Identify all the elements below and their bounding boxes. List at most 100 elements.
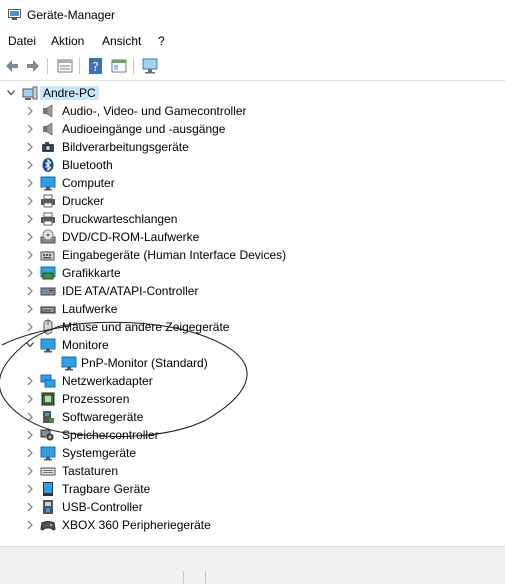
back-icon[interactable]: [3, 57, 21, 75]
tree-root[interactable]: Andre-PC: [0, 84, 505, 102]
tree-category[interactable]: Mäuse und andere Zeigegeräte: [0, 318, 505, 336]
chevron-down-icon[interactable]: [25, 339, 35, 351]
chevron-right-icon[interactable]: [25, 213, 35, 225]
tree-category[interactable]: Speichercontroller: [0, 426, 505, 444]
chevron-right-icon[interactable]: [25, 429, 35, 441]
gamepad-icon: [40, 521, 56, 531]
tree-category[interactable]: Bluetooth: [0, 156, 505, 174]
chevron-right-icon[interactable]: [25, 177, 35, 189]
tree-item-label: Tastaturen: [62, 464, 119, 478]
chevron-right-icon[interactable]: [25, 375, 35, 387]
chevron-right-icon[interactable]: [25, 267, 35, 279]
chevron-right-icon[interactable]: [25, 519, 35, 531]
chevron-right-icon[interactable]: [25, 141, 35, 153]
chevron-right-icon[interactable]: [25, 447, 35, 459]
computer-icon: [40, 176, 56, 191]
tree-category[interactable]: Tragbare Geräte: [0, 480, 505, 498]
chevron-right-icon[interactable]: [25, 393, 35, 405]
printer-icon: [41, 212, 55, 226]
portable-icon: [43, 482, 53, 496]
tree-category[interactable]: Eingabegeräte (Human Interface Devices): [0, 246, 505, 264]
display-adapter-icon: [40, 266, 56, 280]
chevron-right-icon[interactable]: [25, 249, 35, 261]
chevron-right-icon[interactable]: [25, 195, 35, 207]
processor-icon: [41, 392, 55, 406]
tree-category[interactable]: Audioeingänge und -ausgänge: [0, 120, 505, 138]
forward-icon[interactable]: [24, 57, 42, 75]
chevron-right-icon[interactable]: [25, 321, 35, 333]
chevron-right-icon[interactable]: [25, 105, 35, 117]
tree-item-label: Bluetooth: [62, 158, 113, 172]
chevron-right-icon[interactable]: [25, 501, 35, 513]
tree-item-label: Drucker: [62, 194, 105, 208]
tree-category[interactable]: DVD/CD-ROM-Laufwerke: [0, 228, 505, 246]
svg-text:?: ?: [92, 60, 98, 74]
tree-item-label: Audio-, Video- und Gamecontroller: [62, 104, 247, 118]
tree-category[interactable]: IDE ATA/ATAPI-Controller: [0, 282, 505, 300]
tree-item-label: Systemgeräte: [62, 446, 137, 460]
tree-item-label: Speichercontroller: [62, 428, 159, 442]
chevron-right-icon[interactable]: [25, 159, 35, 171]
hid-icon: [40, 251, 55, 261]
chevron-right-icon[interactable]: [25, 411, 35, 423]
speaker-icon: [43, 122, 53, 136]
tree-category[interactable]: Audio-, Video- und Gamecontroller: [0, 102, 505, 120]
tree-category[interactable]: Drucker: [0, 192, 505, 210]
tree-item-label: Eingabegeräte (Human Interface Devices): [62, 248, 287, 262]
chevron-right-icon[interactable]: [25, 303, 35, 315]
chevron-right-icon[interactable]: [25, 285, 35, 297]
tree-category[interactable]: Softwaregeräte: [0, 408, 505, 426]
menu-datei[interactable]: Datei: [8, 34, 36, 48]
tree-category[interactable]: Netzwerkadapter: [0, 372, 505, 390]
system-icon: [40, 446, 56, 461]
tree-category[interactable]: Tastaturen: [0, 462, 505, 480]
tree-category[interactable]: Bildverarbeitungsgeräte: [0, 138, 505, 156]
chevron-right-icon[interactable]: [25, 483, 35, 495]
properties-icon[interactable]: [56, 57, 74, 75]
mouse-icon: [43, 319, 53, 335]
chevron-right-icon[interactable]: [25, 231, 35, 243]
speaker-icon: [43, 104, 53, 118]
tree-item-label: Netzwerkadapter: [62, 374, 153, 388]
status-divider: [205, 571, 206, 584]
tree-root-label: Andre-PC: [40, 86, 99, 100]
chevron-right-icon[interactable]: [25, 123, 35, 135]
menu-bar: Datei Aktion Ansicht ?: [0, 30, 505, 52]
tree-item-label: Druckwarteschlangen: [62, 212, 178, 226]
keyboard-icon: [40, 467, 56, 476]
ide-icon: [40, 287, 56, 296]
tree-category[interactable]: Computer: [0, 174, 505, 192]
disc-icon: [40, 229, 56, 244]
printer-icon: [41, 194, 55, 208]
tree-category[interactable]: USB-Controller: [0, 498, 505, 516]
tree-category[interactable]: Druckwarteschlangen: [0, 210, 505, 228]
tree-child-item[interactable]: PnP-Monitor (Standard): [0, 354, 505, 372]
tree-category[interactable]: Monitore: [0, 336, 505, 354]
chevron-right-icon[interactable]: [25, 465, 35, 477]
tree-item-label: IDE ATA/ATAPI-Controller: [62, 284, 199, 298]
tree-item-label: USB-Controller: [62, 500, 143, 514]
tree-category[interactable]: Grafikkarte: [0, 264, 505, 282]
device-tree: Andre-PC Audio-, Video- und Gamecontroll…: [0, 83, 505, 543]
chevron-down-icon[interactable]: [6, 87, 16, 99]
help-icon[interactable]: ?: [87, 57, 105, 75]
computer-tower-icon: [22, 86, 38, 100]
menu-aktion[interactable]: Aktion: [51, 34, 84, 48]
tree-category[interactable]: Prozessoren: [0, 390, 505, 408]
toolbar-separator: [47, 58, 48, 74]
tree-item-label: Tragbare Geräte: [62, 482, 151, 496]
tree-category[interactable]: Systemgeräte: [0, 444, 505, 462]
menu-ansicht[interactable]: Ansicht: [102, 34, 141, 48]
window-title: Geräte-Manager: [27, 8, 116, 22]
monitor-scan-icon[interactable]: [141, 57, 159, 75]
storage-icon: [40, 429, 54, 441]
tree-item-label: Prozessoren: [62, 392, 130, 406]
status-divider: [183, 571, 184, 584]
view-icon[interactable]: [110, 57, 128, 75]
tree-category[interactable]: XBOX 360 Peripheriegeräte: [0, 516, 505, 534]
tree-item-label: Bildverarbeitungsgeräte: [62, 140, 189, 154]
tree-item-label: Computer: [62, 176, 115, 190]
tree-category[interactable]: Laufwerke: [0, 300, 505, 318]
title-bar: Geräte-Manager: [0, 0, 505, 30]
menu-help[interactable]: ?: [158, 34, 165, 48]
